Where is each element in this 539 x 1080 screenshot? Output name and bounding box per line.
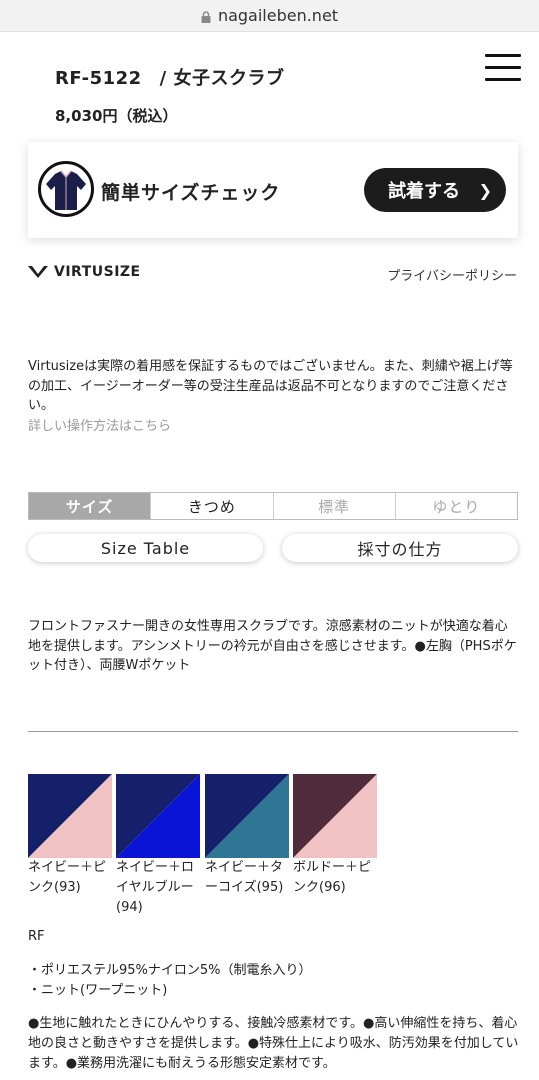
swatch-image	[205, 774, 289, 858]
product-code: RF-5122	[55, 68, 142, 89]
product-price: 8,030円（税込）	[55, 107, 178, 125]
menu-icon[interactable]	[485, 54, 521, 82]
chevron-right-icon: ❯	[478, 181, 492, 200]
divider	[28, 731, 518, 732]
virtusize-v-icon	[28, 265, 48, 278]
scrub-shirt-icon	[38, 161, 94, 217]
address-bar[interactable]: nagaileben.net	[0, 0, 539, 32]
virtusize-notice: Virtusizeは実際の着用感を保証するものではございません。また、刺繍や裾上…	[28, 359, 513, 413]
swatch-label: ネイビー＋ピンク(93)	[28, 860, 107, 895]
material-item: ・ニット(ワープニット)	[28, 983, 168, 998]
materials-list: ・ポリエステル95%ナイロン5%（制電糸入り） ・ニット(ワープニット)	[28, 961, 312, 1001]
virtusize-widget: 簡単サイズチェック 試着する ❯	[28, 142, 518, 238]
tab-loose[interactable]: ゆとり	[396, 493, 517, 519]
measure-guide-button[interactable]: 採寸の仕方	[282, 534, 518, 562]
tab-standard[interactable]: 標準	[274, 493, 396, 519]
size-check-title: 簡単サイズチェック	[101, 182, 281, 204]
color-swatch[interactable]: ネイビー＋ターコイズ(95)	[205, 774, 289, 898]
lock-icon	[201, 10, 211, 23]
virtusize-logo-text: VIRTUSIZE	[54, 264, 141, 280]
virtusize-logo: VIRTUSIZE	[28, 264, 141, 280]
privacy-policy-link[interactable]: プライバシーポリシー	[387, 265, 517, 284]
product-description: フロントファスナー開きの女性専用スクラブです。涼感素材のニットが快適な着心地を提…	[28, 619, 517, 673]
try-on-button[interactable]: 試着する ❯	[364, 168, 506, 212]
tab-size[interactable]: サイズ	[29, 493, 152, 519]
swatch-label: ボルドー＋ピンク(96)	[293, 860, 372, 895]
series-label: RF	[28, 929, 45, 944]
swatch-label: ネイビー＋ロイヤルブルー(94)	[116, 860, 195, 915]
fit-selector: サイズ きつめ 標準 ゆとり	[28, 492, 518, 520]
size-table-button[interactable]: Size Table	[28, 534, 263, 562]
url-text: nagaileben.net	[217, 6, 339, 25]
product-title: RF-5122 / 女子スクラブ	[55, 64, 285, 90]
try-on-label: 試着する	[388, 181, 460, 202]
howto-link[interactable]: 詳しい操作方法はこちら	[28, 415, 171, 434]
swatch-label: ネイビー＋ターコイズ(95)	[205, 860, 284, 895]
features-text: ●生地に触れたときにひんやりする、接触冷感素材です。●高い伸縮性を持ち、着心地の…	[28, 1016, 519, 1071]
tab-tight[interactable]: きつめ	[151, 493, 274, 519]
color-swatch[interactable]: ボルドー＋ピンク(96)	[293, 774, 377, 898]
swatch-image	[28, 774, 112, 858]
material-item: ・ポリエステル95%ナイロン5%（制電糸入り）	[28, 963, 312, 978]
swatch-image	[293, 774, 377, 858]
product-name: / 女子スクラブ	[159, 68, 285, 89]
color-swatch[interactable]: ネイビー＋ロイヤルブルー(94)	[116, 774, 200, 918]
color-swatch[interactable]: ネイビー＋ピンク(93)	[28, 774, 112, 898]
swatch-image	[116, 774, 200, 858]
